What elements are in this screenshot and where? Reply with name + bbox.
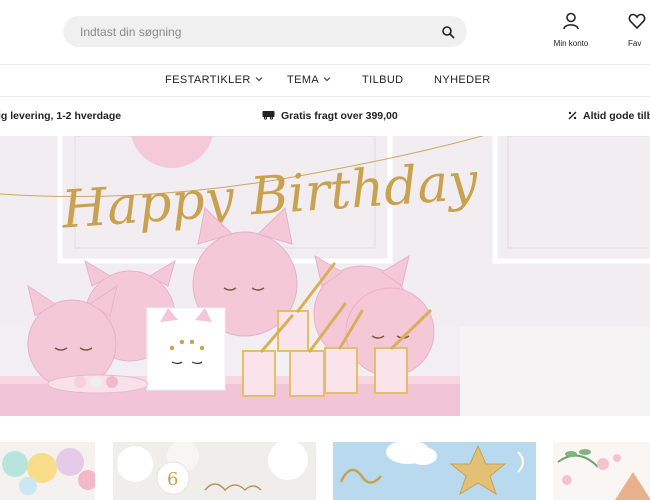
tile-image bbox=[333, 442, 536, 500]
usp-offers: Altid gode tilbu bbox=[568, 110, 650, 122]
search-bar bbox=[63, 16, 467, 47]
main-navigation: FESTARTIKLER TEMA TILBUD NYHEDER bbox=[0, 64, 650, 97]
usp-free-shipping: Gratis fragt over 399,00 bbox=[262, 110, 398, 122]
search-icon[interactable] bbox=[441, 25, 455, 39]
usp-delivery: ig levering, 1-2 hverdage bbox=[0, 110, 121, 122]
category-tile[interactable] bbox=[553, 442, 650, 500]
tile-image bbox=[553, 442, 650, 500]
tile-image: 6 bbox=[113, 442, 316, 500]
nav-item-festartikler[interactable]: FESTARTIKLER bbox=[165, 74, 263, 86]
usp-text: ig levering, 1-2 hverdage bbox=[0, 110, 122, 122]
truck-icon bbox=[262, 111, 275, 120]
nav-item-tema[interactable]: TEMA bbox=[287, 74, 331, 86]
category-tiles: 6 bbox=[0, 442, 650, 500]
hero-banner[interactable]: Happy Birthday bbox=[0, 136, 650, 416]
nav-item-label: TEMA bbox=[287, 74, 320, 86]
nav-item-nyheder[interactable]: NYHEDER bbox=[434, 74, 491, 86]
favorites-label: Fav bbox=[628, 39, 642, 48]
heart-icon bbox=[628, 13, 646, 30]
usp-text: Gratis fragt over 399,00 bbox=[281, 110, 398, 122]
user-icon bbox=[563, 12, 579, 30]
account-button[interactable]: Min konto bbox=[545, 12, 597, 48]
tile-number: 6 bbox=[167, 469, 178, 490]
chevron-down-icon bbox=[323, 77, 331, 82]
search-input[interactable] bbox=[63, 16, 433, 47]
percent-icon bbox=[568, 111, 577, 120]
nav-item-label: TILBUD bbox=[362, 74, 404, 86]
category-tile[interactable]: 6 bbox=[113, 442, 316, 500]
chevron-down-icon bbox=[255, 77, 263, 82]
category-tile[interactable] bbox=[0, 442, 95, 500]
nav-item-label: NYHEDER bbox=[434, 74, 491, 86]
account-label: Min konto bbox=[553, 39, 589, 48]
usp-bar: ig levering, 1-2 hverdage Gratis fragt o… bbox=[0, 97, 650, 136]
hero-image: Happy Birthday bbox=[0, 136, 650, 416]
nav-item-tilbud[interactable]: TILBUD bbox=[362, 74, 404, 86]
site-header: Min konto Fav bbox=[0, 0, 650, 64]
category-tile[interactable] bbox=[333, 442, 536, 500]
favorites-button[interactable]: Fav bbox=[628, 12, 650, 48]
nav-item-label: FESTARTIKLER bbox=[165, 74, 251, 86]
usp-text: Altid gode tilbu bbox=[583, 110, 650, 122]
tile-image bbox=[0, 442, 95, 500]
